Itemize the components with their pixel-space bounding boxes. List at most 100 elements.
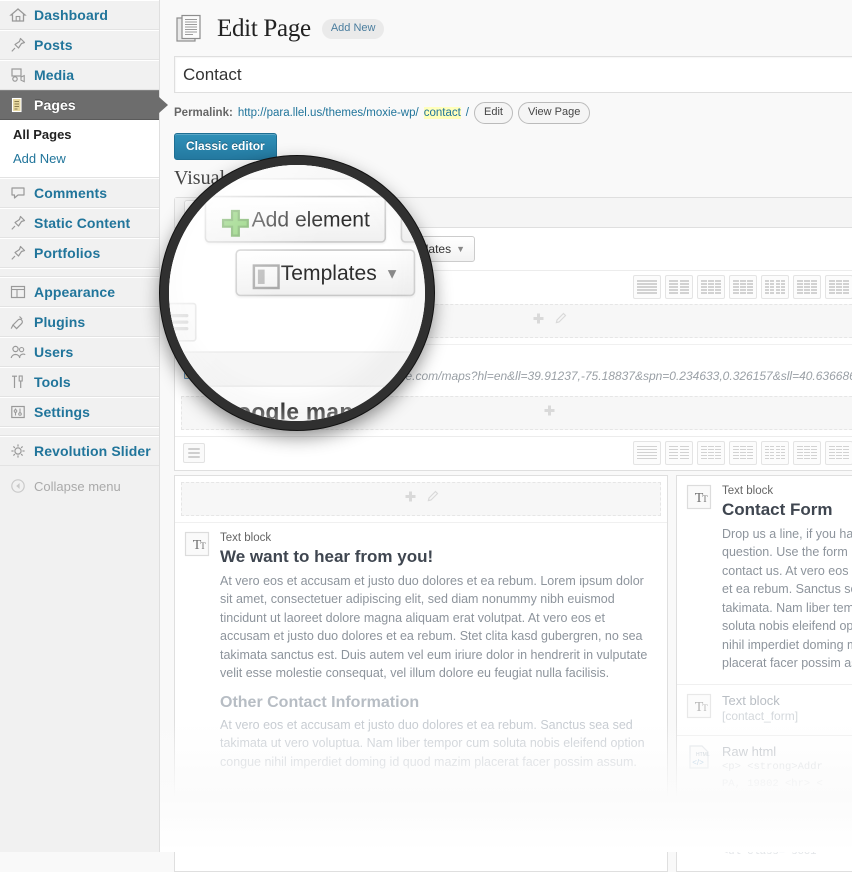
magnified-add-element-button[interactable]: Add element (205, 196, 386, 243)
element-raw-html-2[interactable]: HTML</> Raw html <h2>Socialize wi <ul cl… (677, 803, 852, 871)
sidebar-item-media[interactable]: Media (0, 60, 159, 90)
plug-icon (9, 313, 27, 331)
plus-icon[interactable] (543, 404, 556, 422)
green-plus-icon (221, 208, 244, 231)
page-title-input[interactable] (174, 56, 852, 93)
sidebar-item-pages[interactable]: Pages (0, 90, 159, 120)
collapse-menu-button[interactable]: Collapse menu (0, 472, 159, 500)
element-code-line-1: <p> <strong>Addr (722, 759, 852, 776)
layout-preset-1[interactable] (633, 441, 661, 465)
sidebar-item-label: Dashboard (34, 7, 108, 23)
layout-preset-1[interactable] (633, 275, 661, 299)
element-code-line-2: PA, 19802 <hr> < (722, 776, 852, 793)
plus-icon[interactable] (532, 312, 545, 330)
permalink-label: Permalink: (174, 107, 233, 119)
media-icon (9, 66, 27, 84)
element-kind-label: Text block (722, 484, 852, 499)
raw-html-icon: HTML</> (686, 744, 712, 770)
element-kind-label: Raw html (722, 812, 852, 827)
add-new-button[interactable]: Add New (322, 19, 385, 39)
sidebar-item-settings[interactable]: Settings (0, 397, 159, 427)
layout-preset-3[interactable] (697, 275, 725, 299)
sidebar-item-plugins[interactable]: Plugins (0, 307, 159, 337)
edit-permalink-button[interactable]: Edit (474, 102, 513, 123)
sidebar-item-label: Users (34, 344, 73, 360)
tools-icon (9, 373, 27, 391)
sidebar-item-comments[interactable]: Comments (0, 178, 159, 208)
svg-text:</>: </> (692, 826, 704, 835)
permalink-slug[interactable]: contact (424, 107, 461, 119)
element-title: Contact Form (722, 500, 852, 520)
layout-preset-group-2 (633, 441, 852, 465)
sidebar-item-label: Media (34, 67, 74, 83)
text-block-icon: TT (184, 531, 210, 557)
layout-preset-7[interactable] (825, 441, 852, 465)
magnifier-lens: mposer Vis Add element (160, 156, 434, 430)
sidebar-item-static-content[interactable]: Static Content (0, 208, 159, 238)
element-text-block-right[interactable]: TT Text block Contact Form Drop us a lin… (677, 476, 852, 684)
layout-preset-5[interactable] (761, 441, 789, 465)
sidebar-item-label: Portfolios (34, 245, 100, 261)
permalink-url-prefix[interactable]: http://para.llel.us/themes/moxie-wp/ (238, 107, 419, 119)
chevron-down-icon: ▼ (456, 244, 465, 254)
comment-icon (9, 184, 27, 202)
element-paragraph-2: At vero eos et accusam et justo duo dolo… (220, 716, 658, 772)
view-page-button[interactable]: View Page (518, 102, 590, 123)
sidebar-item-label: Appearance (34, 284, 115, 300)
layout-preset-4[interactable] (729, 441, 757, 465)
pin-icon (9, 214, 27, 232)
layout-preset-7[interactable] (825, 275, 852, 299)
sidebar-item-appearance[interactable]: Appearance (0, 277, 159, 307)
element-raw-html-1[interactable]: HTML</> Raw html <p> <strong>Addr PA, 19… (677, 735, 852, 803)
users-icon (9, 343, 27, 361)
layout-preset-4[interactable] (729, 275, 757, 299)
row-tools-3 (404, 490, 439, 508)
element-text-block-left[interactable]: TT Text block We want to hear from you! … (175, 522, 667, 783)
magnified-row-bar (160, 296, 434, 348)
settings-icon (9, 403, 27, 421)
edit-page-icon (174, 13, 206, 45)
magnified-templates-button[interactable]: Templates ▼ (235, 249, 415, 296)
plus-icon[interactable] (404, 490, 417, 508)
layout-preset-2[interactable] (665, 275, 693, 299)
magnified-content: mposer Vis Add element (160, 156, 434, 430)
element-body: Text block [contact_form] (722, 693, 852, 725)
element-body: Text block We want to hear from you! At … (220, 531, 658, 772)
sidebar-item-label: Comments (34, 185, 107, 201)
gear-icon (9, 442, 27, 460)
sidebar-item-users[interactable]: Users (0, 337, 159, 367)
pencil-icon[interactable] (554, 312, 567, 330)
layout-preset-2[interactable] (665, 441, 693, 465)
svg-text:T: T (702, 703, 708, 713)
pencil-icon[interactable] (426, 490, 439, 508)
magnified-templates-label: Templates (281, 261, 377, 285)
layout-preset-5[interactable] (761, 275, 789, 299)
sidebar-item-label: Settings (34, 404, 90, 420)
menu-separator (0, 427, 159, 436)
sidebar-item-dashboard[interactable]: Dashboard (0, 0, 159, 30)
submenu-item-add-new[interactable]: Add New (0, 147, 159, 171)
sidebar-item-portfolios[interactable]: Portfolios (0, 238, 159, 268)
column-left-tools[interactable] (181, 482, 661, 516)
text-block-icon: TT (686, 693, 712, 719)
element-code-line-1: <h2>Socialize wi (722, 827, 852, 844)
element-kind-label: Raw html (722, 744, 852, 759)
layout-preset-6[interactable] (793, 275, 821, 299)
layout-preset-3[interactable] (697, 441, 725, 465)
sidebar-item-posts[interactable]: Posts (0, 30, 159, 60)
text-block-icon: TT (686, 484, 712, 510)
sidebar-item-revolution-slider[interactable]: Revolution Slider (0, 436, 159, 466)
sidebar-item-label: Plugins (34, 314, 85, 330)
element-contact-form-shortcode[interactable]: TT Text block [contact_form] (677, 684, 852, 736)
svg-text:T: T (702, 494, 708, 504)
sidebar-item-label: Static Content (34, 215, 130, 231)
pin-icon (9, 36, 27, 54)
admin-sidebar: Dashboard Posts Media Pages All Pages Ad… (0, 0, 160, 852)
submenu-item-all-pages[interactable]: All Pages (0, 123, 159, 147)
magnified-templates-wrap: Templates ▼ (160, 249, 434, 296)
drag-handle-icon[interactable] (183, 443, 205, 463)
appearance-icon (9, 283, 27, 301)
classic-editor-button[interactable]: Classic editor (174, 133, 277, 160)
layout-preset-6[interactable] (793, 441, 821, 465)
sidebar-item-tools[interactable]: Tools (0, 367, 159, 397)
